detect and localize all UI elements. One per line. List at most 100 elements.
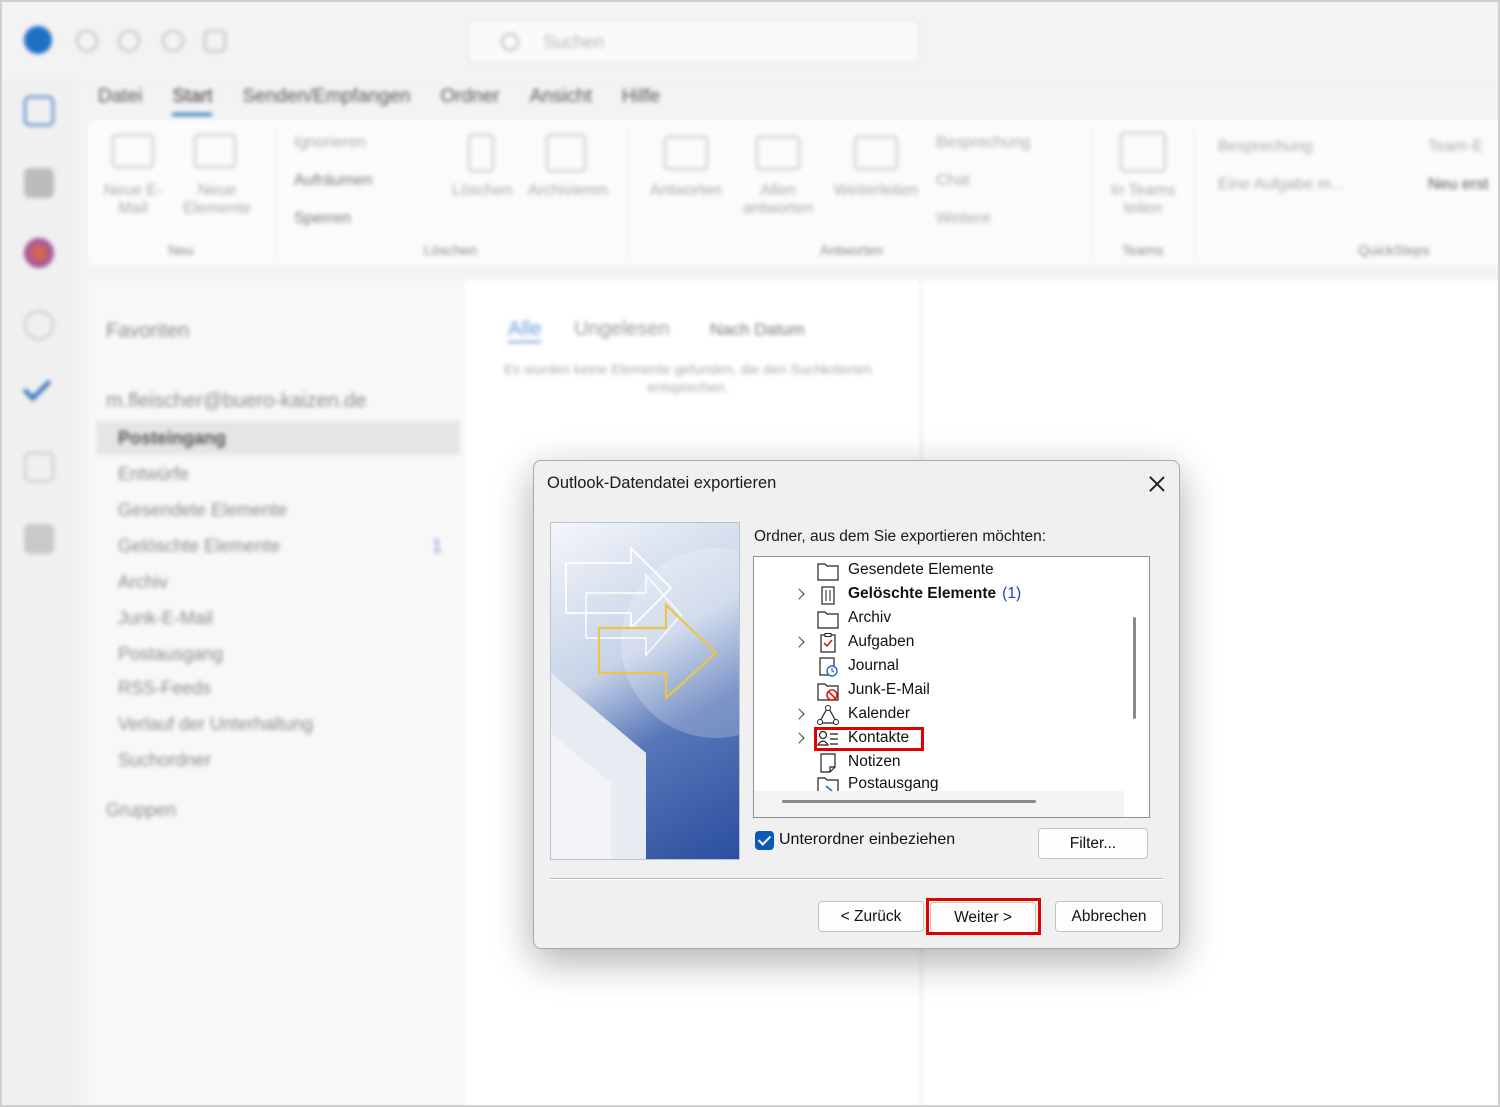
quickstep-team[interactable]: Team-E: [1428, 138, 1483, 156]
folder-rss[interactable]: RSS-Feeds: [118, 678, 211, 699]
cancel-button[interactable]: Abbrechen: [1055, 901, 1163, 932]
tree-item-tasks[interactable]: Aufgaben: [754, 631, 1124, 655]
quickstep-meeting[interactable]: Besprechung: [1218, 138, 1312, 156]
tab-file[interactable]: Datei: [98, 86, 142, 116]
mail-icon[interactable]: [24, 96, 54, 126]
org-icon[interactable]: [24, 452, 54, 482]
folder-outbox[interactable]: Postausgang: [118, 644, 223, 665]
journal-icon: [819, 657, 838, 677]
settings-icon[interactable]: [162, 30, 184, 52]
tree-item-contacts[interactable]: Kontakte: [754, 727, 1124, 751]
quickstep-task[interactable]: Eine Aufgabe m...: [1218, 176, 1344, 194]
group-label-delete: Löschen: [424, 242, 477, 258]
folder-junk[interactable]: Junk-E-Mail: [118, 608, 213, 629]
app-rail: [2, 80, 76, 1105]
groups-node[interactable]: Gruppen: [106, 800, 176, 821]
folder-pane: Favoriten m.fleischer@buero-kaizen.de Po…: [88, 280, 462, 1105]
copilot-icon[interactable]: [24, 238, 54, 268]
group-label-respond: Antworten: [820, 242, 884, 258]
tree-item-junk[interactable]: Junk-E-Mail: [754, 679, 1124, 703]
tab-help[interactable]: Hilfe: [622, 86, 660, 116]
reply-button[interactable]: Antworten: [640, 182, 732, 200]
close-icon[interactable]: [1145, 472, 1169, 496]
people-icon[interactable]: [24, 310, 54, 340]
cleanup-button[interactable]: Aufräumen: [294, 172, 372, 190]
archive-button[interactable]: Archivieren: [520, 182, 616, 200]
tab-all[interactable]: Alle: [508, 318, 542, 343]
include-subfolders-label[interactable]: Unterordner einbeziehen: [779, 831, 955, 849]
tree-item-calendar[interactable]: Kalender: [754, 703, 1124, 727]
folder-archive[interactable]: Archiv: [118, 572, 168, 593]
empty-message: Es wurden keine Elemente gefunden, die d…: [503, 361, 873, 395]
new-items-button[interactable]: Neue Elemente: [172, 182, 262, 218]
filter-button[interactable]: Filter...: [1038, 828, 1148, 859]
forward-button[interactable]: Weiterleiten: [828, 182, 924, 200]
quickstep-new[interactable]: Neu erst: [1428, 176, 1488, 194]
print-icon[interactable]: [204, 30, 226, 52]
apps-icon[interactable]: [24, 524, 54, 554]
expand-chevron-icon[interactable]: [794, 636, 806, 650]
folder-tree[interactable]: Gesendete Elemente Gelöschte Elemente (1)…: [753, 556, 1150, 818]
search-icon: [501, 33, 519, 51]
folder-conversation-history[interactable]: Verlauf der Unterhaltung: [118, 714, 313, 735]
back-button[interactable]: < Zurück: [818, 901, 924, 932]
folder-sent[interactable]: Gesendete Elemente: [118, 500, 287, 521]
folder-drafts[interactable]: Entwürfe: [118, 464, 189, 485]
expand-chevron-icon[interactable]: [794, 732, 806, 746]
expand-chevron-icon[interactable]: [794, 588, 806, 602]
chat-button[interactable]: Chat: [936, 172, 970, 190]
undo-icon[interactable]: [118, 30, 140, 52]
horizontal-scrollbar[interactable]: [782, 800, 1036, 803]
share-teams-button[interactable]: In Teams teilen: [1102, 182, 1184, 218]
folder-search[interactable]: Suchordner: [118, 750, 211, 771]
reply-all-button[interactable]: Allen antworten: [732, 182, 824, 218]
meeting-button[interactable]: Besprechung: [936, 134, 1030, 152]
favorites-node[interactable]: Favoriten: [106, 320, 189, 343]
tree-label: Aufgaben: [848, 633, 915, 650]
more-respond-button[interactable]: Weitere: [936, 210, 991, 228]
forward-icon: [854, 136, 898, 170]
tree-label-text: Gelöschte Elemente: [848, 585, 997, 602]
tree-item-notes[interactable]: Notizen: [754, 751, 1124, 775]
dialog-title: Outlook-Datendatei exportieren: [547, 474, 777, 492]
include-subfolders-checkbox[interactable]: [755, 831, 774, 850]
search-placeholder: Suchen: [543, 32, 605, 52]
delete-button[interactable]: Löschen: [444, 182, 520, 200]
vertical-scrollbar[interactable]: [1133, 617, 1136, 719]
todo-icon[interactable]: [22, 372, 52, 402]
title-bar: Suchen: [2, 2, 1498, 80]
horizontal-scrollbar-track: [754, 791, 1124, 817]
tab-view[interactable]: Ansicht: [530, 86, 592, 116]
outlook-app-icon: [24, 26, 52, 54]
tree-item-deleted[interactable]: Gelöschte Elemente (1): [754, 583, 1124, 607]
tab-folder[interactable]: Ordner: [440, 86, 499, 116]
new-mail-button[interactable]: Neue E-Mail: [98, 182, 168, 218]
junk-button[interactable]: Sperren: [294, 210, 351, 228]
tree-label: Notizen: [848, 753, 901, 770]
delete-icon: [468, 134, 494, 172]
search-box[interactable]: Suchen: [468, 20, 920, 64]
folder-inbox[interactable]: Posteingang: [118, 428, 226, 449]
folder-deleted[interactable]: Gelöschte Elemente: [118, 536, 280, 557]
tab-send-receive[interactable]: Senden/Empfangen: [242, 86, 410, 116]
reply-icon: [664, 136, 708, 170]
expand-chevron-icon[interactable]: [794, 708, 806, 722]
sync-icon[interactable]: [76, 30, 98, 52]
group-label-quicksteps: QuickSteps: [1358, 242, 1430, 258]
tree-label: Journal: [848, 657, 899, 674]
tab-unread[interactable]: Ungelesen: [574, 318, 670, 341]
calendar-icon[interactable]: [24, 168, 54, 198]
new-items-icon: [194, 134, 236, 168]
group-label-teams: Teams: [1122, 242, 1164, 258]
tree-item-journal[interactable]: Journal: [754, 655, 1124, 679]
tree-item-archive[interactable]: Archiv: [754, 607, 1124, 631]
tab-start[interactable]: Start: [172, 86, 213, 116]
archive-icon: [546, 134, 586, 172]
tree-item-sent[interactable]: Gesendete Elemente: [754, 559, 1124, 583]
trash-icon: [821, 586, 835, 605]
export-arrows-graphic: [551, 545, 739, 859]
account-node[interactable]: m.fleischer@buero-kaizen.de: [106, 390, 366, 413]
ignore-button[interactable]: Ignorieren: [294, 134, 366, 152]
task-icon: [820, 633, 836, 653]
sort-dropdown[interactable]: Nach Datum: [710, 320, 804, 340]
